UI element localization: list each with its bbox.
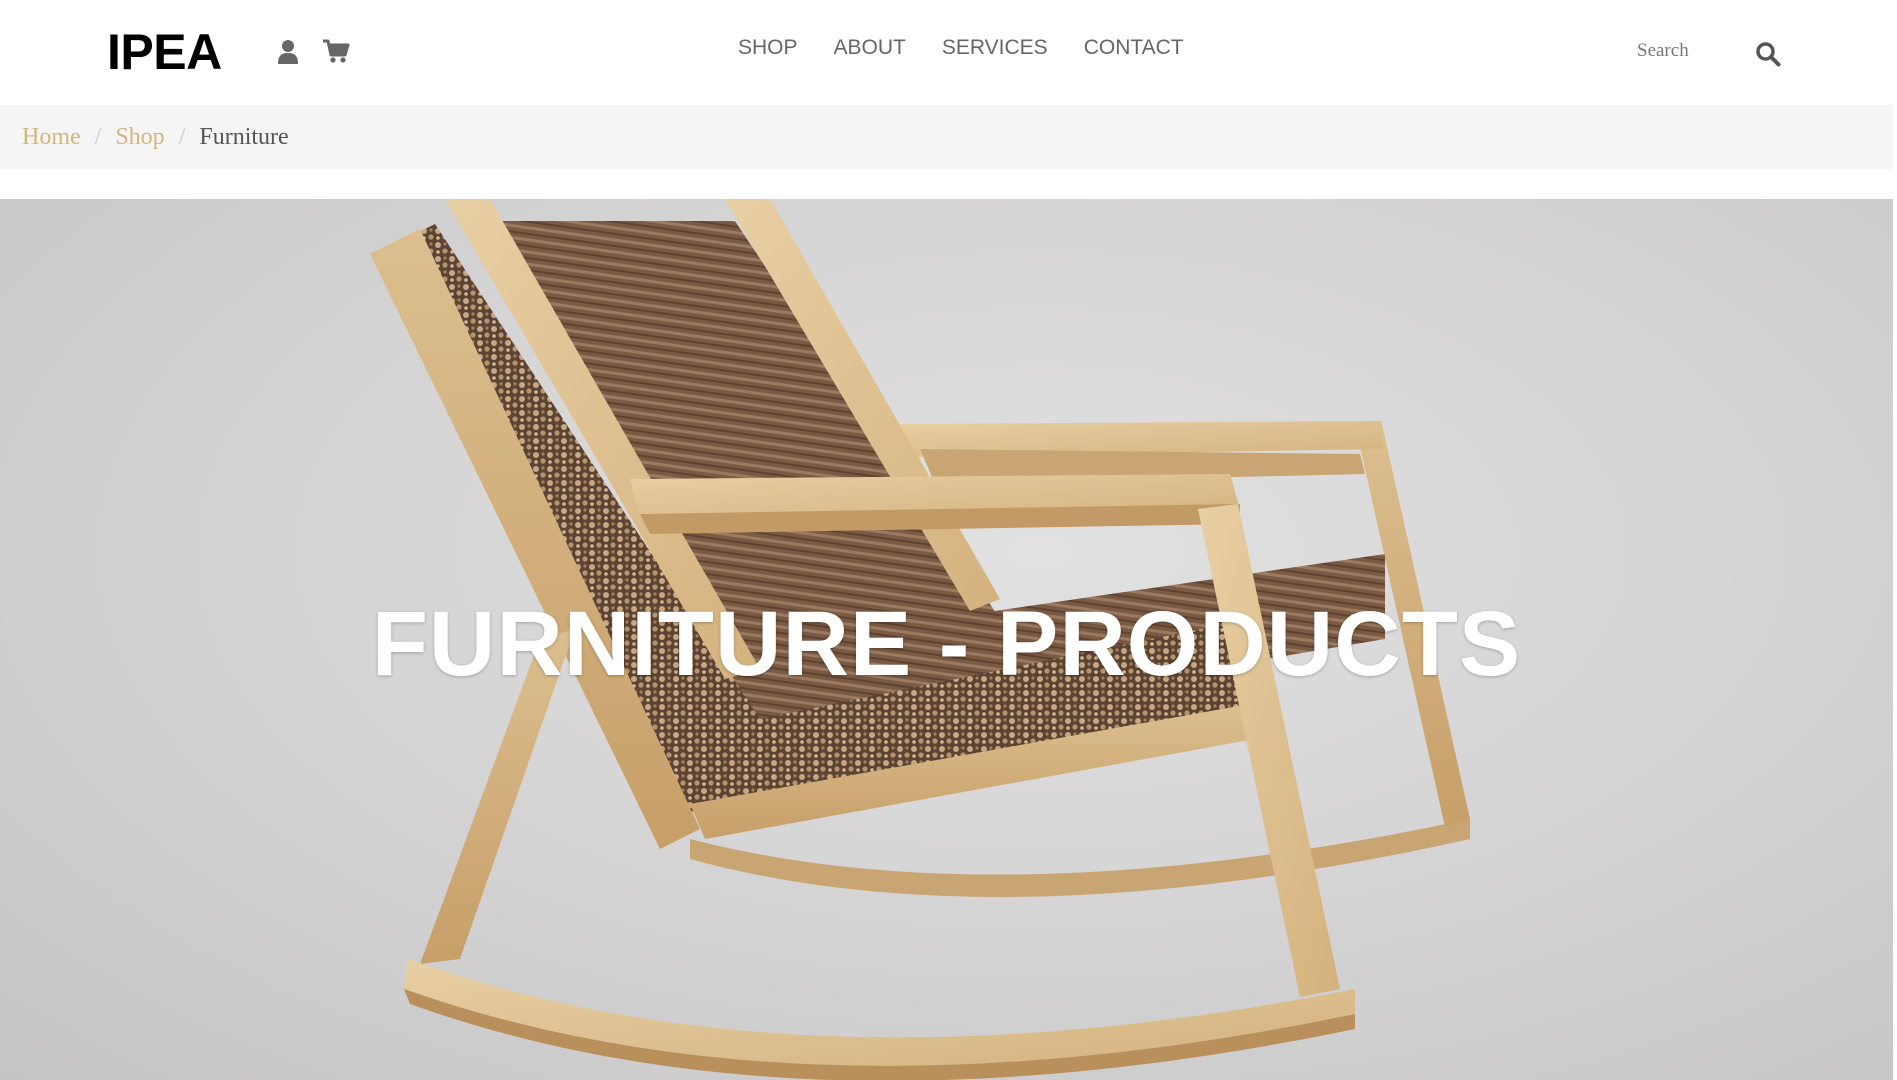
search-input[interactable] [1625,36,1745,66]
nav-item-shop[interactable]: SHOP [720,33,816,63]
page-edge [1893,0,1897,1080]
nav-item-about[interactable]: ABOUT [816,33,924,63]
site-header: IPEA SHOP ABOUT SERVICES CONTACT [0,0,1897,105]
search-icon[interactable] [1755,41,1781,67]
breadcrumb-shop-link[interactable]: Shop [115,124,164,151]
breadcrumb-separator: / [94,123,102,150]
breadcrumb-separator: / [178,123,186,150]
site-logo[interactable]: IPEA [107,24,222,80]
nav-item-contact[interactable]: CONTACT [1066,33,1202,63]
hero-banner: FURNITURE - PRODUCTS [0,199,1893,1080]
nav-item-services[interactable]: SERVICES [924,33,1066,63]
main-nav: SHOP ABOUT SERVICES CONTACT [720,33,1202,63]
breadcrumb-home-link[interactable]: Home [22,124,81,151]
user-icon[interactable] [276,38,300,64]
breadcrumb: Home / Shop / Furniture [0,105,1897,169]
cart-icon[interactable] [322,38,350,64]
hero-title: FURNITURE - PRODUCTS [371,593,1522,695]
breadcrumb-current: Furniture [199,123,289,150]
